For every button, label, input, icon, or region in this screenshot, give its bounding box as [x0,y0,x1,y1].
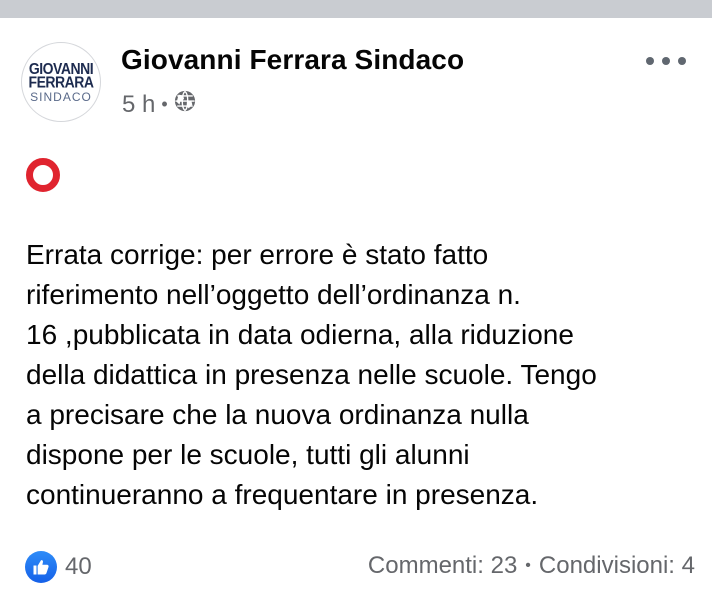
shares-count-link[interactable]: Condivisioni: 4 [539,552,695,580]
red-circle-emoji [26,158,60,192]
reaction-count: 40 [65,553,92,580]
reactions-summary[interactable]: 40 [25,551,92,583]
top-divider-strip [0,0,712,18]
more-options-icon [646,57,654,65]
avatar[interactable]: GIOVANNI FERRARA SINDACO [21,42,101,122]
like-icon [25,551,57,583]
avatar-text-line3: SINDACO [30,90,92,104]
post-time[interactable]: 5 h [122,91,155,119]
author-name[interactable]: Giovanni Ferrara Sindaco [121,44,464,76]
post-card: GIOVANNI FERRARA SINDACO Giovanni Ferrar… [0,18,712,606]
more-options-dot [678,57,686,65]
globe-icon[interactable] [174,90,196,119]
post-meta: 5 h • [122,90,196,119]
engagement-stats: Commenti: 23 • Condivisioni: 4 [368,552,695,580]
more-options-button[interactable] [646,54,686,68]
post-text: Errata corrige: per errore è stato fatto… [26,239,597,510]
more-options-dot [662,57,670,65]
stats-separator: • [525,557,531,574]
meta-separator: • [161,94,168,114]
avatar-text-line2: FERRARA [28,72,94,92]
comments-count-link[interactable]: Commenti: 23 [368,552,517,580]
